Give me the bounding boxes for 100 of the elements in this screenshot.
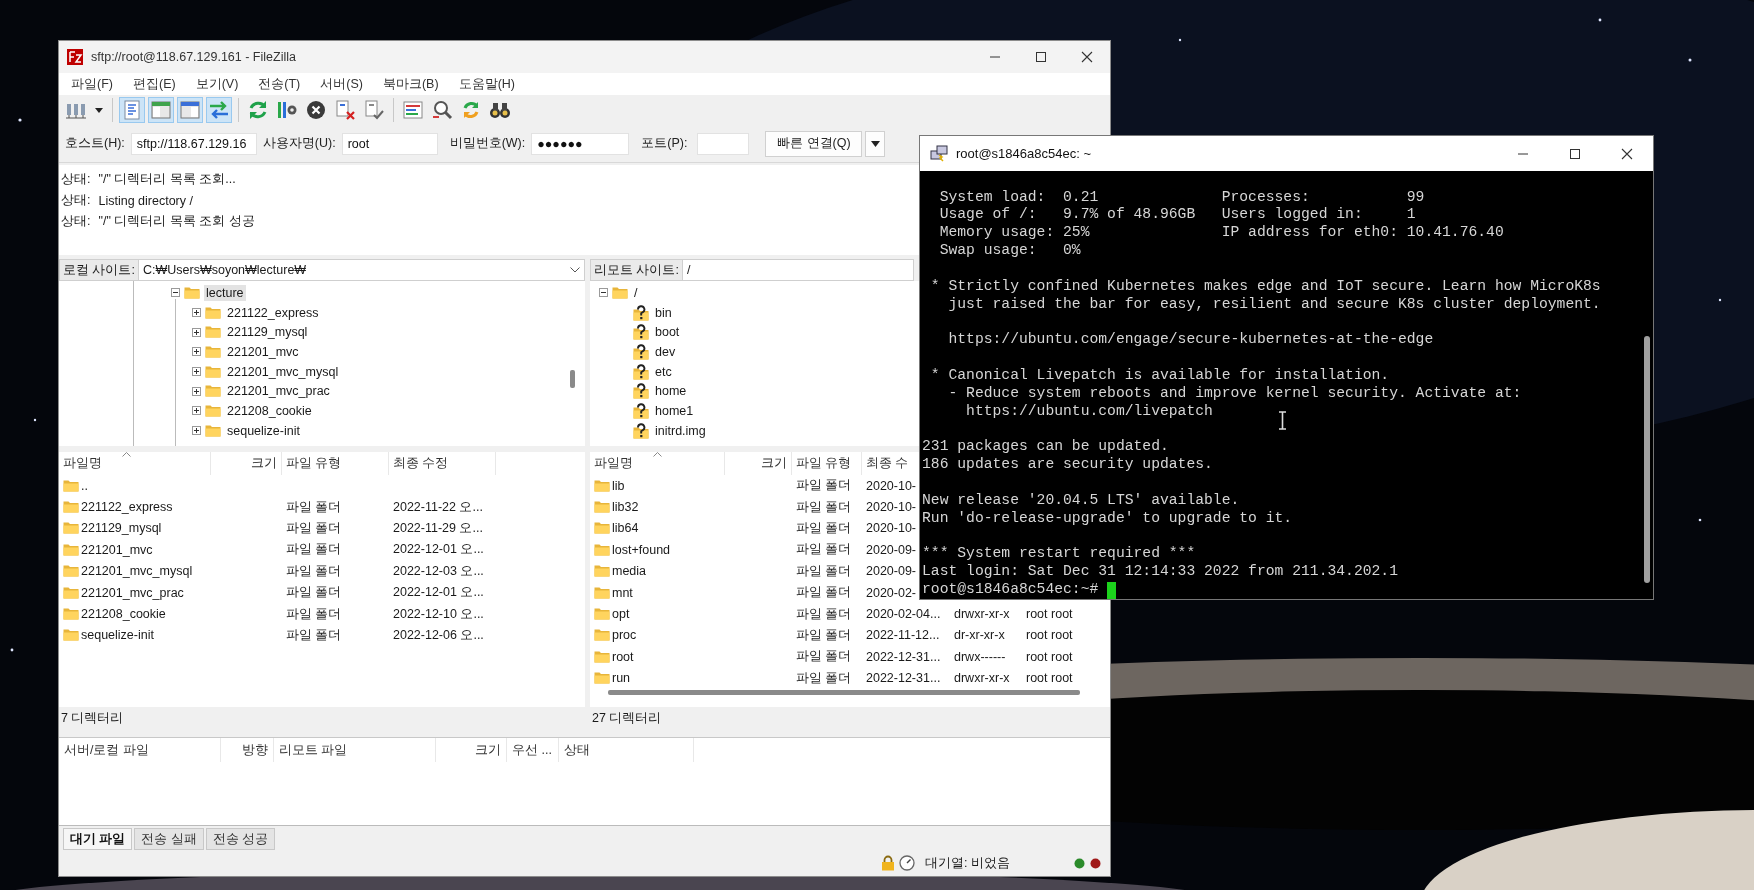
modified-date: 2020-09- (866, 542, 917, 557)
field-label: 포트(P): (641, 135, 688, 152)
file-name: lost+found (612, 542, 671, 557)
lock-icon (881, 855, 895, 871)
quickconnect-button[interactable]: 빠른 연결(Q) (765, 130, 863, 157)
folder-icon (63, 520, 79, 537)
magnifier-icon (431, 99, 453, 121)
column-header[interactable]: 상태 (559, 738, 694, 762)
modified-date: 2022-12-01 오... (393, 541, 484, 559)
expand-icon[interactable] (192, 426, 201, 436)
column-header[interactable]: 크기 (436, 738, 507, 762)
tree-item[interactable]: initrd.img (653, 422, 708, 439)
log-label: 상태: (61, 213, 91, 230)
indicator-light-icon (1089, 857, 1101, 869)
expand-icon[interactable] (192, 327, 201, 337)
terminal-line: 186 updates are security updates. (922, 456, 1213, 475)
directory-count: 7 디렉터리 (61, 709, 124, 727)
file-type: 파일 폴더 (796, 477, 852, 495)
folder-icon (205, 324, 221, 341)
tree-item[interactable]: 221201_mvc_prac (225, 383, 332, 400)
expand-icon[interactable] (192, 406, 201, 416)
computer-icon (930, 144, 948, 163)
menu-item[interactable]: 서버(S) (313, 73, 370, 95)
folder-icon (594, 520, 610, 537)
document-cross-icon (334, 99, 356, 121)
tree-item[interactable]: 221201_mvc (225, 343, 301, 360)
terminal-line: Run 'do-release-upgrade' to upgrade to it. (922, 509, 1293, 528)
column-header[interactable]: 우선 ... (507, 738, 559, 762)
path-field[interactable]: C:₩Users₩soyon₩lecture₩ (138, 259, 585, 281)
expand-icon[interactable] (192, 308, 201, 318)
expand-icon[interactable] (192, 367, 201, 377)
menu-item[interactable]: 북마크(B) (375, 73, 446, 95)
tree-item[interactable]: dev (653, 343, 678, 360)
column-header[interactable]: 리모트 파일 (274, 738, 436, 762)
log-label: 상태: (61, 171, 91, 188)
tree-item[interactable]: sequelize-init (225, 422, 302, 439)
path-field[interactable]: / (682, 259, 914, 281)
username-field[interactable]: root (341, 132, 438, 155)
unknown-folder-icon (633, 324, 649, 341)
menu-item[interactable]: 파일(F) (64, 73, 120, 95)
expand-icon[interactable] (192, 347, 201, 357)
tree-item[interactable]: 221122_express (225, 304, 321, 321)
modified-date: 2022-12-31... (866, 671, 941, 686)
scrollbar-thumb[interactable] (608, 690, 1080, 695)
collapse-icon[interactable] (599, 288, 608, 298)
permissions: drwxr-xr-x (954, 671, 1010, 686)
folder-icon (63, 627, 79, 644)
queue-tab[interactable]: 대기 파일 (63, 828, 133, 850)
dropdown-button[interactable] (865, 130, 886, 157)
terminal-line: Swap usage: 0% (938, 242, 1081, 260)
modified-date: 2020-10- (866, 500, 917, 515)
port-field[interactable] (697, 132, 750, 155)
scrollbar-thumb[interactable] (1644, 336, 1650, 583)
sort-caret-icon (122, 452, 131, 457)
file-type: 파일 폴더 (796, 669, 852, 687)
file-type: 파일 폴더 (796, 648, 852, 666)
queue-tab[interactable]: 전송 실패 (134, 828, 204, 850)
tree-item[interactable]: / (632, 284, 640, 301)
tree-item[interactable]: 221201_mvc_mysql (225, 363, 341, 380)
modified-date: 2022-12-31... (866, 649, 941, 664)
tree-item[interactable]: home (653, 383, 689, 400)
expand-icon[interactable] (192, 386, 201, 396)
terminal-line: System load: 0.21 Processes: 99 (938, 188, 1425, 207)
password-field[interactable]: ●●●●●● (531, 132, 630, 155)
tree-item[interactable]: 221129_mysql (225, 324, 310, 341)
queue-tab[interactable]: 전송 성공 (205, 828, 276, 850)
menu-item[interactable]: 전송(T) (251, 73, 308, 95)
tree-item[interactable]: etc (653, 363, 674, 380)
collapse-icon[interactable] (171, 288, 180, 298)
modified-date: 2020-10- (866, 478, 917, 493)
indicator-light-icon (1073, 857, 1085, 869)
permissions: drwx------ (954, 649, 1006, 664)
file-name: lib64 (612, 521, 639, 536)
file-type: 파일 폴더 (796, 519, 852, 537)
log-message: "/" 디렉터리 목록 조회... (98, 171, 236, 188)
chevron-icon (570, 267, 580, 273)
text-cursor-icon (1278, 411, 1287, 430)
close-icon (1621, 147, 1633, 160)
tree-item[interactable]: lecture (204, 284, 246, 301)
file-name: proc (612, 628, 637, 643)
tree-item[interactable]: boot (653, 324, 682, 341)
unknown-folder-icon (633, 343, 649, 360)
menu-item[interactable]: 편집(E) (125, 73, 183, 95)
tree-item[interactable]: home1 (653, 402, 696, 419)
host-field[interactable]: sftp://118.67.129.16 (130, 132, 257, 155)
menu-item[interactable]: 보기(V) (188, 73, 246, 95)
tree-item[interactable]: bin (653, 304, 674, 321)
maximize-icon (1569, 147, 1581, 160)
sort-caret-icon (653, 452, 662, 457)
modified-date: 2022-11-29 오... (393, 519, 483, 537)
column-header[interactable]: 최종 수 (862, 452, 914, 475)
terminal-line: Usage of /: 9.7% of 48.96GB Users logged in: 1 (938, 206, 1416, 225)
modified-date: 2022-11-12... (866, 628, 940, 643)
scrollbar-thumb[interactable] (570, 370, 575, 388)
column-header[interactable]: 방향 (221, 738, 274, 762)
tree-item[interactable]: 221208_cookie (225, 402, 314, 419)
column-header[interactable]: 서버/로컬 파일 (59, 738, 221, 762)
site-label: 로컬 사이트: (59, 259, 139, 281)
menu-item[interactable]: 도움말(H) (451, 73, 522, 95)
text-cursor (1107, 581, 1117, 599)
